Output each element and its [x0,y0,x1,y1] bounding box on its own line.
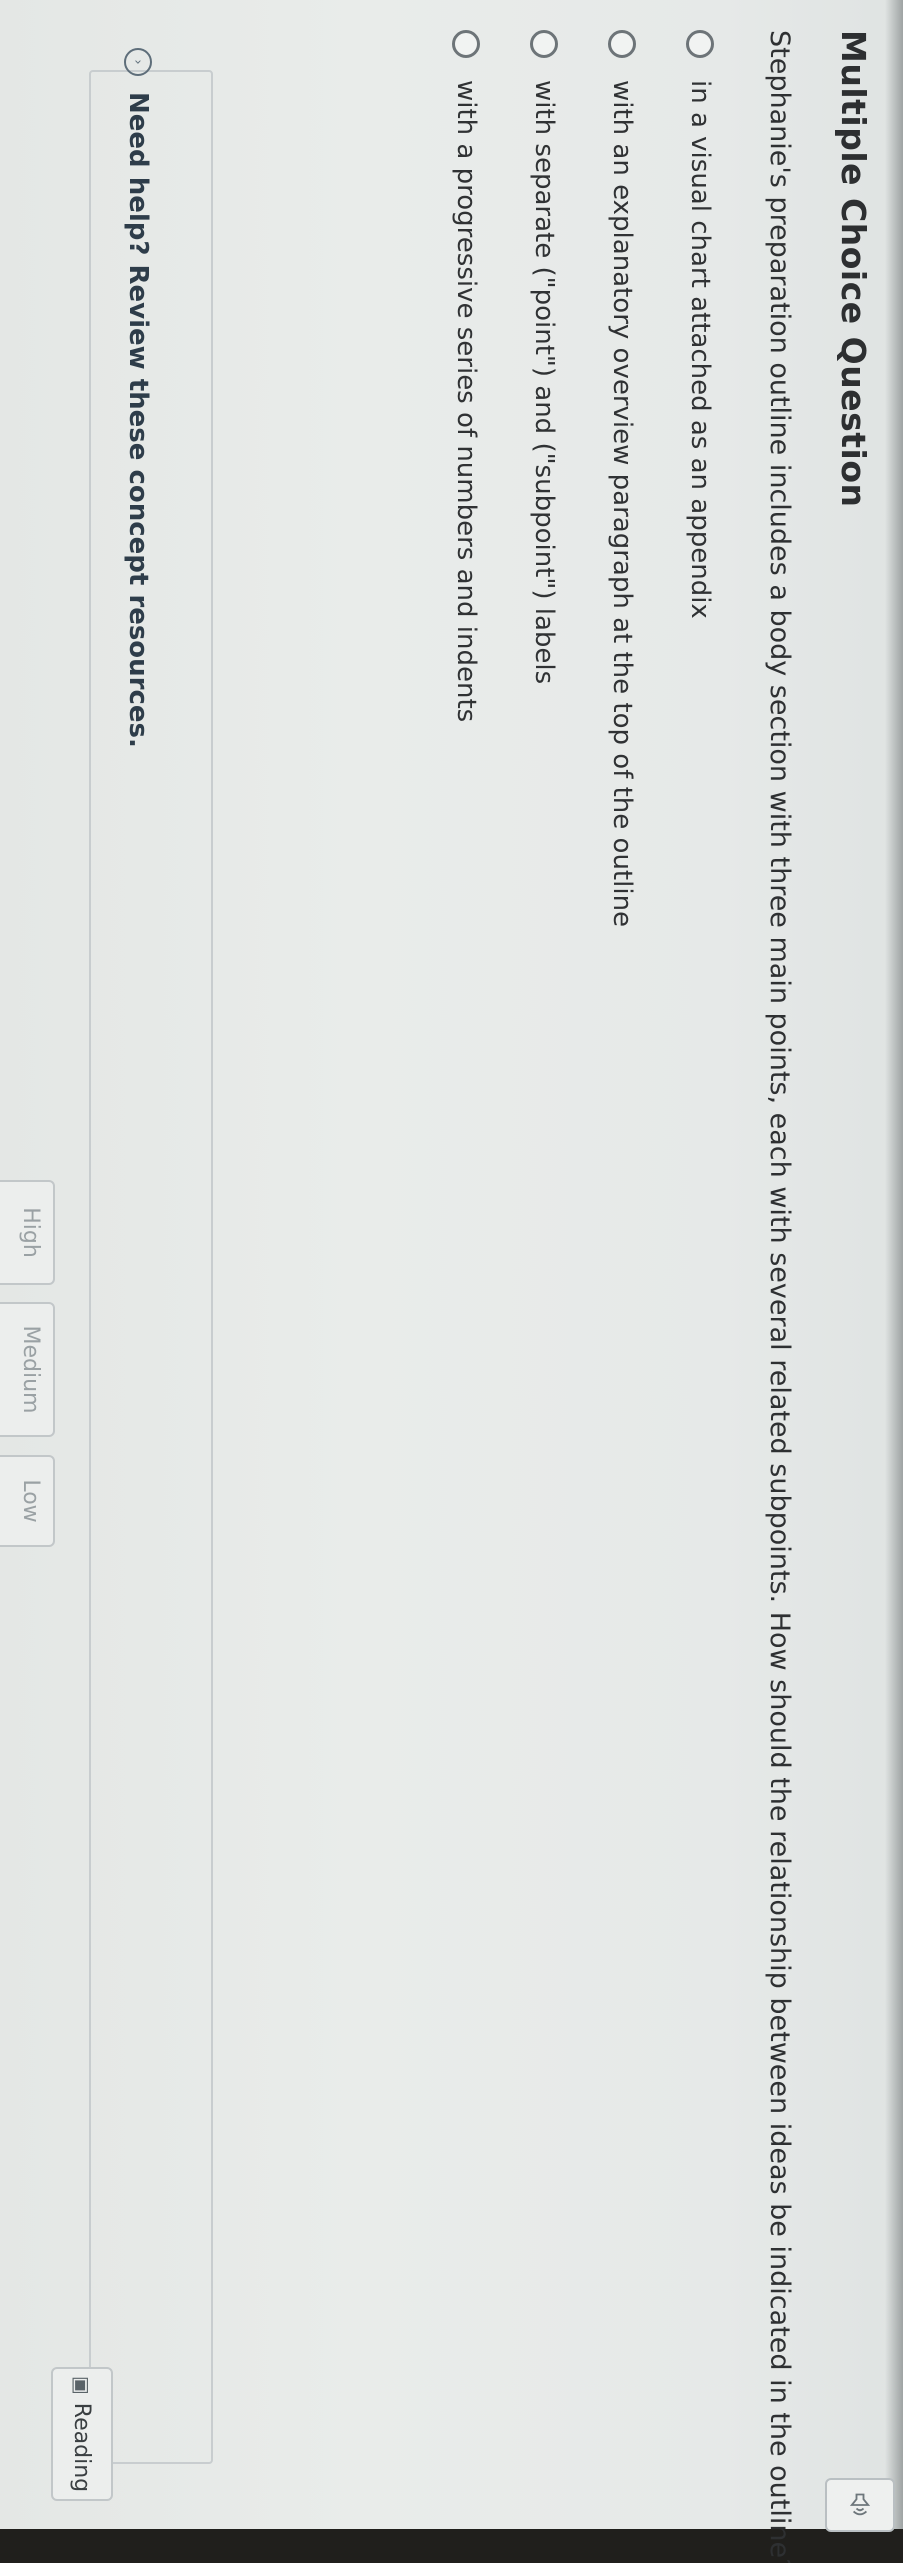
option-label: in a visual chart attached as an appendi… [685,80,715,619]
confidence-label: High [18,1207,43,1258]
chevron-down-icon: › [124,48,152,76]
radio-button[interactable] [686,30,714,58]
help-link-text[interactable]: Need help? Review these concept resource… [123,92,153,748]
option-label: with an explanatory overview paragraph a… [607,80,637,928]
option-label: with a progressive series of numbers and… [451,80,481,723]
question-title: Multiple Choice Question [834,30,873,508]
confidence-label: Medium [18,1325,43,1414]
answer-option[interactable]: with separate ("point") and ("subpoint")… [529,30,559,684]
top-shadow [885,0,903,2563]
book-icon: ▣ [70,2375,94,2395]
question-text: Stephanie's preparation outline includes… [764,30,795,2563]
concept-resources-toggle[interactable]: › Need help? Review these concept resour… [123,48,153,748]
read-aloud-button[interactable] [825,2478,895,2532]
speaker-icon [849,2493,871,2516]
confidence-high-button[interactable]: High [0,1180,55,1285]
reading-button[interactable]: ▣ Reading [51,2367,113,2501]
radio-button[interactable] [530,30,558,58]
reading-label: Reading [69,2402,95,2493]
photo-frame: Multiple Choice Question Stephanie's pre… [0,0,903,2563]
radio-button[interactable] [608,30,636,58]
answer-option[interactable]: with a progressive series of numbers and… [451,30,481,722]
option-label: with separate ("point") and ("subpoint")… [529,80,559,685]
confidence-medium-button[interactable]: Medium [0,1302,55,1437]
radio-button[interactable] [452,30,480,58]
answer-option[interactable]: with an explanatory overview paragraph a… [607,30,637,927]
answer-option[interactable]: in a visual chart attached as an appendi… [685,30,715,619]
confidence-low-button[interactable]: Low [0,1455,55,1547]
confidence-label: Low [18,1479,43,1523]
